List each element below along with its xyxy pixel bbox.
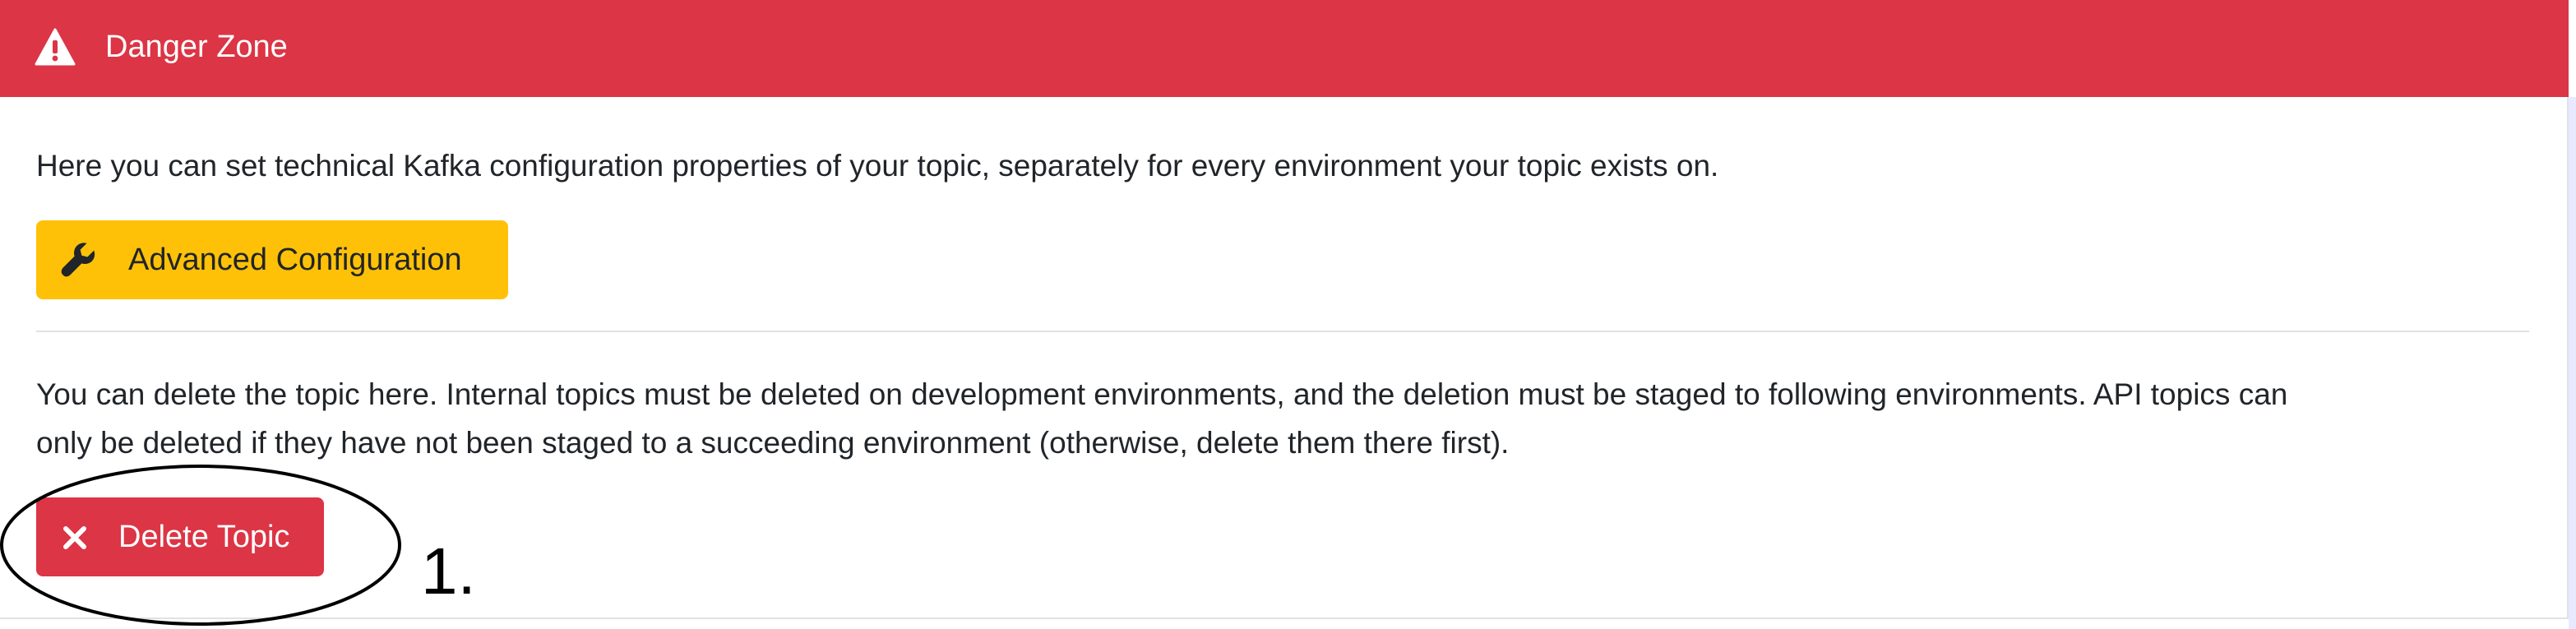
delete-description-line-2: only be deleted if they have not been st… bbox=[36, 426, 1510, 460]
card-title: Danger Zone bbox=[105, 30, 288, 64]
advanced-configuration-button[interactable]: Advanced Configuration bbox=[36, 220, 508, 299]
danger-zone-page: Danger Zone Here you can set technical K… bbox=[0, 0, 2576, 629]
delete-description-line-1: You can delete the topic here. Internal … bbox=[36, 377, 2288, 411]
danger-zone-card: Danger Zone Here you can set technical K… bbox=[0, 0, 2569, 619]
delete-topic-button[interactable]: Delete Topic bbox=[36, 497, 324, 576]
advanced-configuration-label: Advanced Configuration bbox=[128, 243, 462, 277]
configuration-description: Here you can set technical Kafka configu… bbox=[36, 149, 1719, 183]
warning-icon bbox=[35, 28, 76, 66]
section-divider bbox=[36, 331, 2529, 332]
delete-topic-label: Delete Topic bbox=[118, 520, 290, 554]
wrench-icon bbox=[61, 243, 95, 277]
scrollbar-track[interactable] bbox=[2569, 97, 2576, 629]
close-icon bbox=[63, 526, 86, 549]
annotation-number: 1. bbox=[421, 534, 476, 608]
card-header: Danger Zone bbox=[0, 0, 2569, 97]
